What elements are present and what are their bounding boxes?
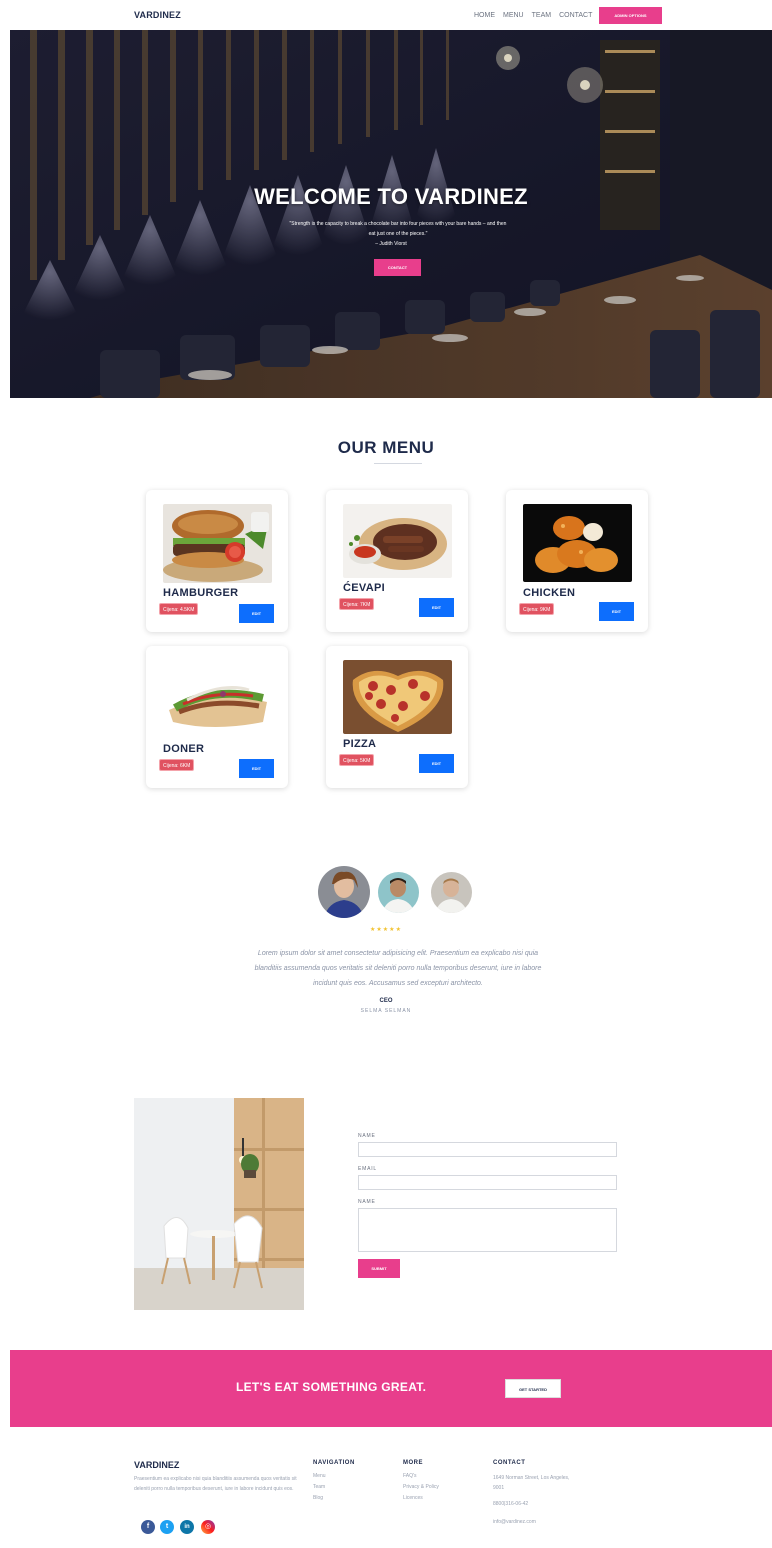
price-badge: Cijena: 9KM: [519, 603, 555, 615]
message-textarea[interactable]: [358, 1208, 617, 1252]
doner-image: [163, 660, 272, 739]
admin-options-button[interactable]: ADMIN OPTIONS: [599, 7, 662, 24]
footer-link-menu[interactable]: Menu: [313, 1473, 326, 1479]
brand-logo[interactable]: VARDINEZ: [134, 10, 181, 20]
footer-phone: 8800|316-06-42: [493, 1501, 529, 1507]
menu-card-doner: DONER Cijena: 6KM EDIT: [146, 646, 288, 788]
edit-button[interactable]: EDIT: [419, 754, 454, 773]
title-divider: [374, 463, 422, 464]
menu-card-pizza: PIZZA Cijena: 5KM EDIT: [326, 646, 468, 788]
avatar: [378, 872, 419, 913]
linkedin-icon[interactable]: in: [180, 1520, 194, 1534]
menu-card-chicken: CHICKEN Cijena: 9KM EDIT: [506, 490, 648, 632]
name-field[interactable]: [358, 1142, 617, 1157]
menu-card-cevapi: ĆEVAPI Cijena: 7KM EDIT: [326, 490, 468, 632]
cta-banner: LET'S EAT SOMETHING GREAT. GET STARTED: [10, 1350, 772, 1427]
instagram-icon[interactable]: ◎: [201, 1520, 215, 1534]
menu-item-name: PIZZA: [343, 738, 377, 750]
price-badge: Cijena: 4.5KM: [159, 603, 199, 615]
interior-image: [134, 1098, 304, 1310]
message-label: NAME: [358, 1199, 376, 1205]
cta-text: LET'S EAT SOMETHING GREAT.: [236, 1380, 427, 1394]
twitter-icon[interactable]: t: [160, 1520, 174, 1534]
price-badge: Cijena: 5KM: [339, 754, 375, 766]
hamburger-image: [163, 504, 272, 583]
menu-card-hamburger: HAMBURGER Cijena: 4.5KM EDIT: [146, 490, 288, 632]
facebook-icon[interactable]: f: [141, 1520, 155, 1534]
edit-button[interactable]: EDIT: [239, 604, 274, 623]
edit-button[interactable]: EDIT: [599, 602, 634, 621]
footer-link-licences[interactable]: Licences: [403, 1495, 423, 1501]
edit-button[interactable]: EDIT: [239, 759, 274, 778]
footer-link-faq[interactable]: FAQ's: [403, 1473, 416, 1479]
email-label: EMAIL: [358, 1166, 378, 1172]
hero-contact-button[interactable]: CONTACT: [374, 259, 421, 276]
edit-button[interactable]: EDIT: [419, 598, 454, 617]
hero-restaurant-image: [10, 30, 772, 398]
testimonial-role: CEO: [379, 998, 393, 1004]
menu-item-name: ĆEVAPI: [343, 582, 385, 594]
testimonial-name: SELMA SELMAN: [360, 1008, 412, 1014]
menu-item-name: HAMBURGER: [163, 587, 239, 599]
nav-link-menu[interactable]: MENU: [503, 12, 524, 19]
price-badge: Cijena: 7KM: [339, 598, 375, 610]
get-started-button[interactable]: GET STARTED: [505, 1379, 561, 1398]
footer-more-heading: MORE: [403, 1460, 423, 1466]
nav-link-contact[interactable]: CONTACT: [559, 12, 592, 19]
footer-link-team[interactable]: Team: [313, 1484, 325, 1490]
cevapi-image: [343, 504, 452, 578]
footer-link-blog[interactable]: Blog: [313, 1495, 323, 1501]
pizza-image: [343, 660, 452, 734]
hero-quote: "Strength is the capacity to break a cho…: [289, 221, 507, 237]
footer-email[interactable]: info@vardinez.com: [493, 1519, 536, 1525]
hero-title: WELCOME TO VARDINEZ: [254, 184, 528, 209]
footer-address: 1649 Norman Street, Los Angeles, 9001: [493, 1475, 570, 1491]
menu-item-name: CHICKEN: [523, 587, 576, 599]
footer-navigation-heading: NAVIGATION: [313, 1460, 355, 1466]
avatar: [431, 872, 472, 913]
testimonial-text: Lorem ipsum dolor sit amet consectetur a…: [254, 950, 542, 987]
footer-link-privacy[interactable]: Privacy & Policy: [403, 1484, 439, 1490]
nav-link-home[interactable]: HOME: [474, 12, 495, 19]
footer-brand: VARDINEZ: [134, 1460, 180, 1470]
footer-description: Praesentium ea explicabo nisi quia bland…: [134, 1476, 297, 1492]
nav-links: HOME MENU TEAM CONTACT: [474, 12, 592, 19]
footer-contact-heading: CONTACT: [493, 1460, 526, 1466]
hero-quote-author: – Judith Viorst: [375, 241, 407, 247]
chicken-image: [523, 504, 632, 582]
navbar: VARDINEZ HOME MENU TEAM CONTACT ADMIN OP…: [0, 0, 772, 30]
name-label: NAME: [358, 1133, 376, 1139]
nav-link-team[interactable]: TEAM: [532, 12, 551, 19]
price-badge: Cijena: 6KM: [159, 759, 195, 771]
avatar: [318, 866, 370, 918]
submit-button[interactable]: SUBMIT: [358, 1259, 400, 1278]
email-field[interactable]: [358, 1175, 617, 1190]
menu-section-title: OUR MENU: [337, 438, 435, 457]
hero-banner: WELCOME TO VARDINEZ "Strength is the cap…: [10, 30, 772, 398]
menu-item-name: DONER: [163, 743, 205, 755]
rating-stars: ★★★★★: [370, 927, 402, 933]
